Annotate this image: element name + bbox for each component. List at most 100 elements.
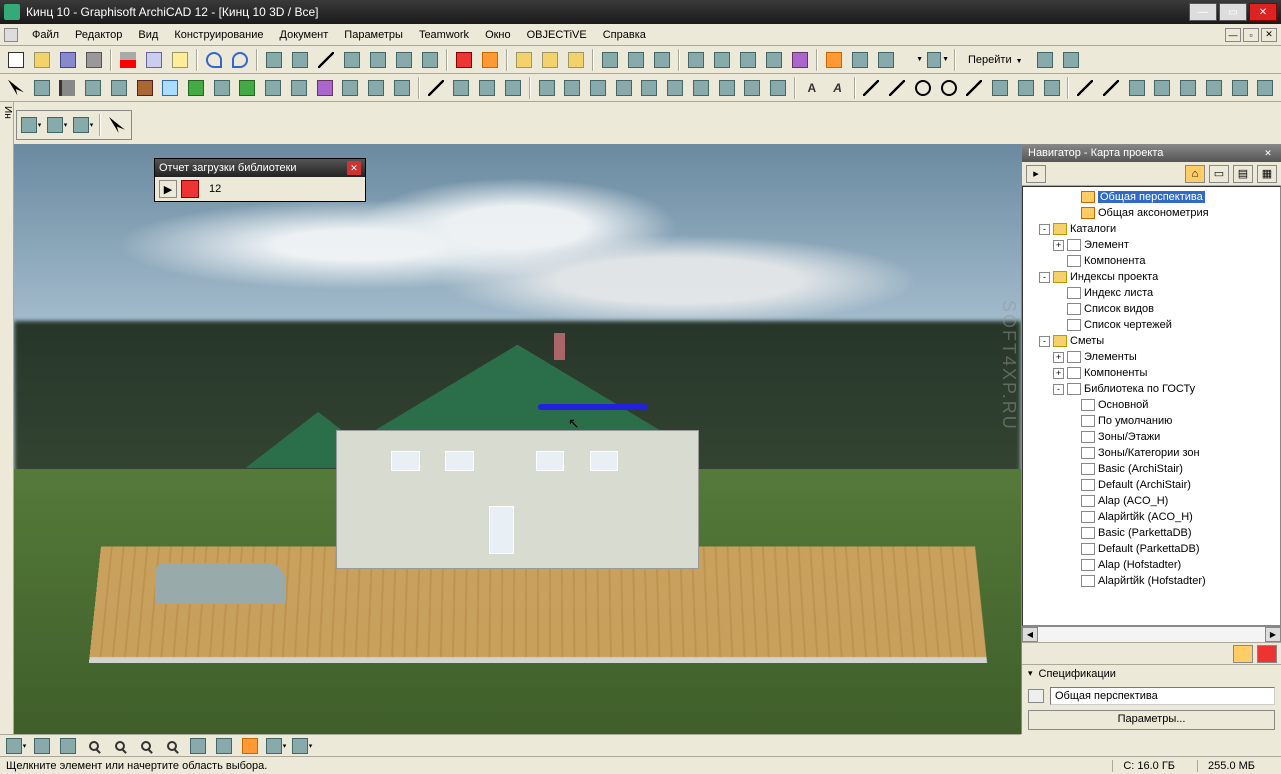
tree-item[interactable]: Alapйrtйk (Hofstadter): [1025, 573, 1278, 589]
wall-tool[interactable]: [55, 76, 79, 100]
expand-toggle[interactable]: -: [1039, 224, 1050, 235]
mini-arrow[interactable]: [105, 113, 129, 137]
expand-toggle[interactable]: -: [1053, 384, 1064, 395]
tree-item[interactable]: Общая аксонометрия: [1025, 205, 1278, 221]
mini-tool-3[interactable]: ▾: [71, 113, 95, 137]
mini-tool-1[interactable]: ▾: [19, 113, 43, 137]
extra-tool[interactable]: [715, 76, 739, 100]
circle-tool[interactable]: [937, 76, 961, 100]
section-tool[interactable]: [535, 76, 559, 100]
marker-button[interactable]: [478, 48, 502, 72]
more5[interactable]: [1176, 76, 1200, 100]
tool-3[interactable]: [418, 48, 442, 72]
layer-1[interactable]: [598, 48, 622, 72]
tree-item[interactable]: +Элемент: [1025, 237, 1278, 253]
tree-item[interactable]: -Сметы: [1025, 333, 1278, 349]
report-close-button[interactable]: ✕: [347, 161, 361, 175]
sketch-tool[interactable]: [689, 76, 713, 100]
view-4[interactable]: [762, 48, 786, 72]
more4[interactable]: [1151, 76, 1175, 100]
tree-hscrollbar[interactable]: ◀ ▶: [1022, 626, 1281, 642]
navigator-tree[interactable]: Общая перспективаОбщая аксонометрия-Ката…: [1022, 186, 1281, 626]
pan-tool[interactable]: [56, 734, 80, 758]
radius-tool[interactable]: [475, 76, 499, 100]
info-sidebar[interactable]: Ин: [0, 102, 14, 742]
beam-tool[interactable]: [107, 76, 131, 100]
undo-button[interactable]: [202, 48, 226, 72]
redo-button[interactable]: [228, 48, 252, 72]
view-5[interactable]: [788, 48, 812, 72]
more6[interactable]: [1202, 76, 1226, 100]
view-dd1[interactable]: ▾: [264, 734, 288, 758]
orbit-tool[interactable]: [30, 734, 54, 758]
spline-tool[interactable]: [962, 76, 986, 100]
nav-tab-view[interactable]: ▭: [1209, 165, 1229, 183]
navigator-close-button[interactable]: ✕: [1261, 146, 1275, 160]
camera-tool[interactable]: [663, 76, 687, 100]
tree-item[interactable]: Alap (ACO_H): [1025, 493, 1278, 509]
scroll-left[interactable]: ◀: [1022, 627, 1038, 642]
menu-файл[interactable]: Файл: [24, 27, 67, 43]
menu-справка[interactable]: Справка: [595, 27, 654, 43]
tree-item[interactable]: Список чертежей: [1025, 317, 1278, 333]
arrow-tool[interactable]: [4, 76, 28, 100]
view-dd2[interactable]: ▾: [290, 734, 314, 758]
tree-item[interactable]: +Элементы: [1025, 349, 1278, 365]
door-tool[interactable]: [133, 76, 157, 100]
spec-value[interactable]: Общая перспектива: [1050, 687, 1275, 705]
column-tool[interactable]: [81, 76, 105, 100]
dim-tool[interactable]: [424, 76, 448, 100]
zone-tool[interactable]: [313, 76, 337, 100]
viewport-3d[interactable]: ↖: [14, 144, 1021, 734]
params-button[interactable]: Параметры...: [1028, 710, 1275, 730]
world-button[interactable]: [1033, 48, 1057, 72]
goto-menu[interactable]: Перейти ▼: [960, 54, 1031, 66]
container-1[interactable]: [512, 48, 536, 72]
slab-tool[interactable]: [210, 76, 234, 100]
detail-tool[interactable]: [612, 76, 636, 100]
text-tool[interactable]: A: [800, 76, 824, 100]
open-button[interactable]: [30, 48, 54, 72]
page-dd[interactable]: ▼: [900, 48, 924, 72]
prev-view[interactable]: [186, 734, 210, 758]
level-tool[interactable]: [449, 76, 473, 100]
expand-toggle[interactable]: -: [1039, 336, 1050, 347]
more1[interactable]: [1073, 76, 1097, 100]
menu-конструирование[interactable]: Конструирование: [166, 27, 271, 43]
save-button[interactable]: [56, 48, 80, 72]
zoom-prev[interactable]: [82, 734, 106, 758]
menu-окно[interactable]: Окно: [477, 27, 519, 43]
expand-toggle[interactable]: +: [1053, 240, 1064, 251]
expand-toggle[interactable]: +: [1053, 352, 1064, 363]
layer-3[interactable]: [650, 48, 674, 72]
menu-документ[interactable]: Документ: [272, 27, 337, 43]
measure-button[interactable]: [262, 48, 286, 72]
nav-action-settings[interactable]: [1233, 645, 1253, 663]
more8[interactable]: [1254, 76, 1278, 100]
layout-button[interactable]: [874, 48, 898, 72]
tree-item[interactable]: -Каталоги: [1025, 221, 1278, 237]
angle-tool[interactable]: [501, 76, 525, 100]
mdi-restore[interactable]: ▫: [1243, 28, 1259, 42]
container-3[interactable]: [564, 48, 588, 72]
copy-button[interactable]: [142, 48, 166, 72]
tree-item[interactable]: -Индексы проекта: [1025, 269, 1278, 285]
home-button[interactable]: [822, 48, 846, 72]
tree-item[interactable]: Основной: [1025, 397, 1278, 413]
nav-tab-layout[interactable]: ▤: [1233, 165, 1253, 183]
scroll-right[interactable]: ▶: [1265, 627, 1281, 642]
stair-tool[interactable]: [287, 76, 311, 100]
zoom-fit[interactable]: [160, 734, 184, 758]
expand-toggle[interactable]: -: [1039, 272, 1050, 283]
marquee-tool[interactable]: [30, 76, 54, 100]
draw-tool[interactable]: [1040, 76, 1064, 100]
cut-button[interactable]: [116, 48, 140, 72]
pencil-button[interactable]: [314, 48, 338, 72]
view-1[interactable]: [684, 48, 708, 72]
arc-tool[interactable]: [911, 76, 935, 100]
expand-toggle[interactable]: +: [1053, 368, 1064, 379]
tree-item[interactable]: Компонента: [1025, 253, 1278, 269]
more7[interactable]: [1228, 76, 1252, 100]
maximize-button[interactable]: ▭: [1219, 3, 1247, 21]
tree-item[interactable]: Общая перспектива: [1025, 189, 1278, 205]
